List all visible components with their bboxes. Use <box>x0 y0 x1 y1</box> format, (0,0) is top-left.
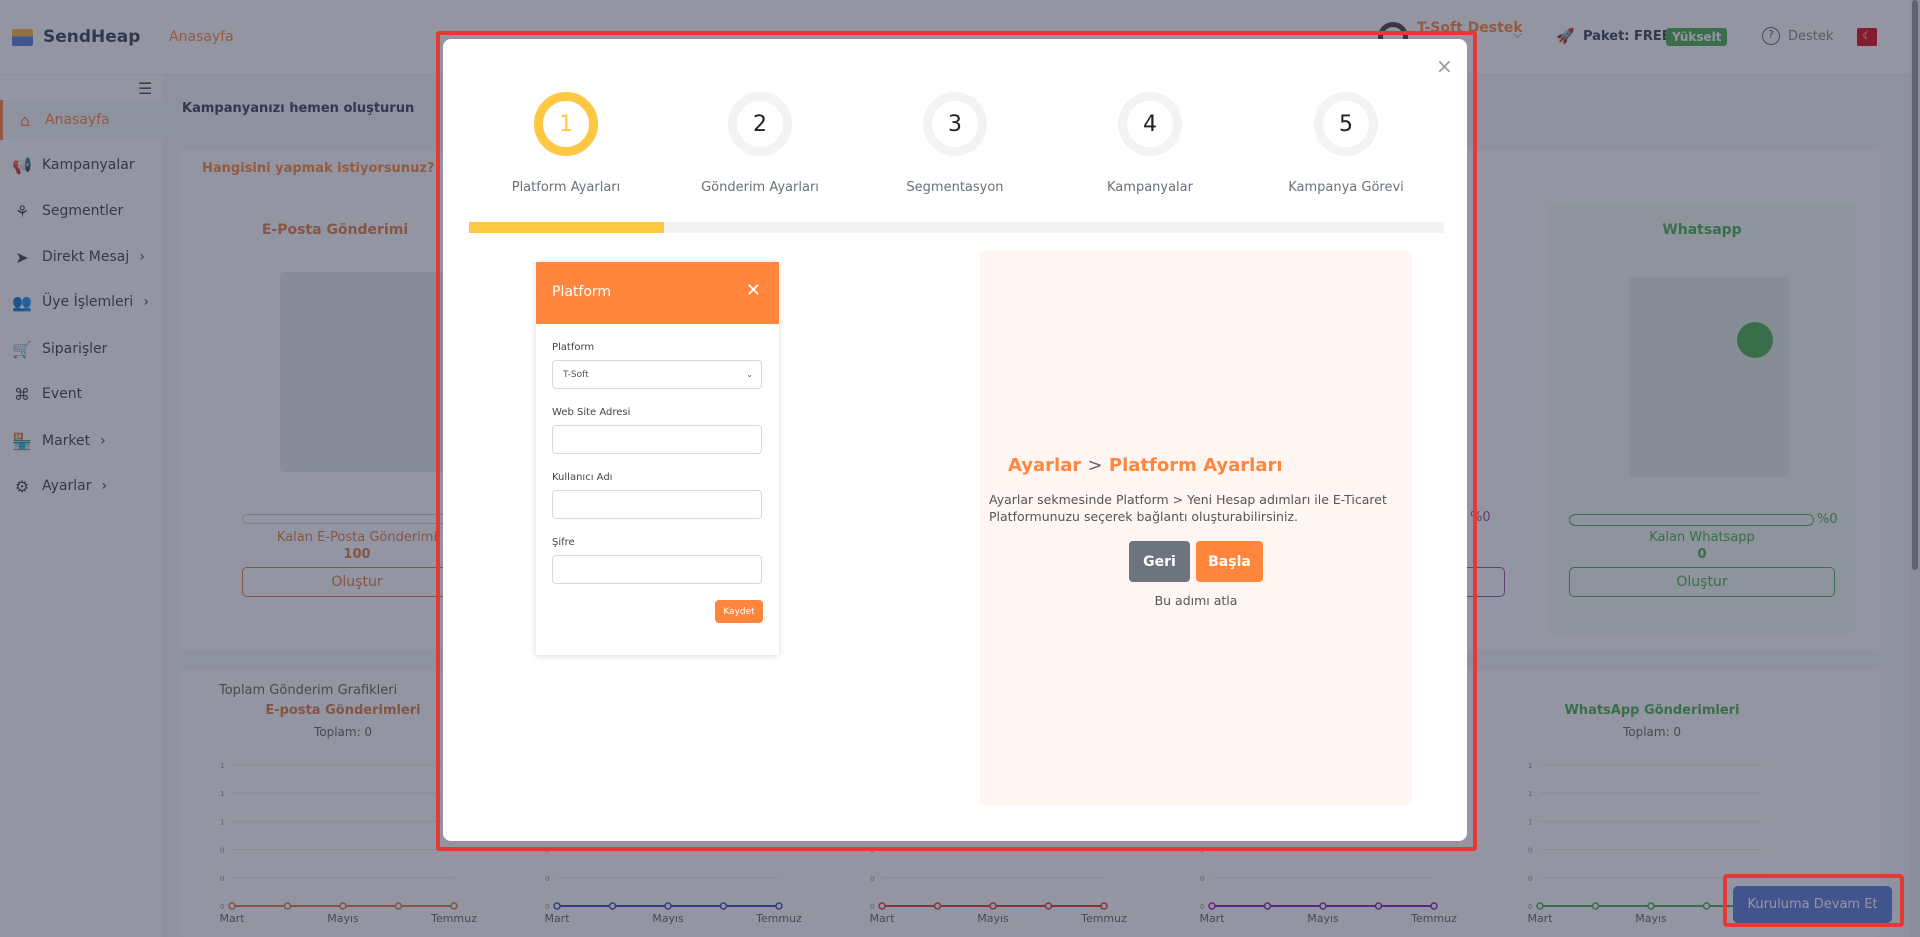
platform-form-preview: Platform ✕ Platform T-Soft ⌄ Web Site Adre… <box>536 262 779 655</box>
platform-value: T-Soft <box>563 369 589 380</box>
step-number: 2 <box>728 92 792 156</box>
highlight-frame <box>1723 874 1904 927</box>
username-label: Kullanıcı Adı <box>552 472 613 483</box>
step-label: Segmentasyon <box>906 180 1004 195</box>
info-description: Ayarlar sekmesinde Platform > Yeni Hesap… <box>989 492 1387 524</box>
platform-select[interactable]: T-Soft ⌄ <box>552 360 762 389</box>
form-header: Platform ✕ <box>536 262 779 324</box>
password-label: Şifre <box>552 537 575 548</box>
info-breadcrumb: Ayarlar > Platform Ayarları <box>1008 455 1283 476</box>
setup-wizard-modal: × 1 Platform Ayarları 2 Gönderim Ayarları … <box>443 39 1467 841</box>
close-icon[interactable]: × <box>1436 54 1453 78</box>
start-button[interactable]: Başla <box>1196 541 1263 582</box>
username-input[interactable] <box>552 490 762 519</box>
step-segmentation[interactable]: 3 Segmentasyon <box>855 92 1055 195</box>
info-crumb-separator: > <box>1087 455 1103 476</box>
step-number: 3 <box>923 92 987 156</box>
step-label: Kampanyalar <box>1107 180 1193 195</box>
website-label: Web Site Adresi <box>552 407 631 418</box>
website-input[interactable] <box>552 425 762 454</box>
info-crumb-platform: Platform Ayarları <box>1108 455 1283 476</box>
step-sending-settings[interactable]: 2 Gönderim Ayarları <box>660 92 860 195</box>
step-label: Platform Ayarları <box>511 180 621 195</box>
step-number: 1 <box>534 92 598 156</box>
step-platform-settings[interactable]: 1 Platform Ayarları <box>466 92 666 195</box>
step-number: 4 <box>1118 92 1182 156</box>
skip-step-link[interactable]: Bu adımı atla <box>980 593 1412 608</box>
step-campaign-task[interactable]: 5 Kampanya Görevi <box>1246 92 1446 195</box>
chevron-down-icon: ⌄ <box>746 370 753 379</box>
platform-label: Platform <box>552 342 595 353</box>
step-campaigns[interactable]: 4 Kampanyalar <box>1050 92 1250 195</box>
password-input[interactable] <box>552 555 762 584</box>
step-number: 5 <box>1314 92 1378 156</box>
wizard-progress-fill <box>469 222 664 233</box>
wizard-progress-bar <box>469 222 1444 233</box>
step-label: Gönderim Ayarları <box>701 180 819 195</box>
form-title: Platform <box>552 284 612 300</box>
info-crumb-settings: Ayarlar <box>1008 455 1082 476</box>
close-icon[interactable]: ✕ <box>746 280 761 301</box>
step-info-panel: Ayarlar > Platform Ayarları Ayarlar sekm… <box>980 251 1412 805</box>
save-button[interactable]: Kaydet <box>715 600 763 623</box>
back-button[interactable]: Geri <box>1129 541 1190 582</box>
step-label: Kampanya Görevi <box>1288 180 1404 195</box>
